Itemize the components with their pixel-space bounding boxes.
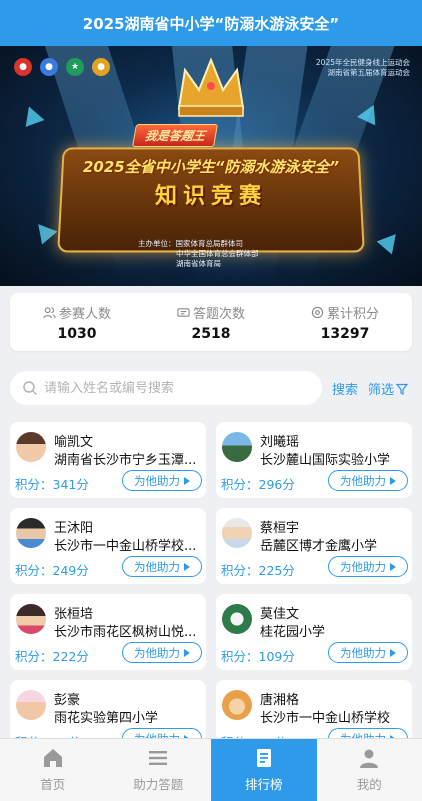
eye-icon (311, 306, 324, 318)
tab-mine[interactable]: 我的 (317, 739, 422, 801)
participant-score: 积分：341分 (15, 477, 89, 492)
logo-icon: ● (40, 58, 58, 76)
menu-icon (149, 751, 168, 765)
user-icon (360, 749, 379, 768)
users-icon (43, 306, 56, 318)
banner-title-line1: 2025全省中小学生“防溺水游泳安全” (82, 158, 340, 176)
participant-name: 王沐阳 (54, 521, 94, 536)
participant-card[interactable]: 张桓培 长沙市雨花区枫树山悦... 积分：222分 为他助力 (10, 594, 206, 670)
play-icon (390, 476, 396, 485)
tab-home[interactable]: 首页 (0, 739, 106, 801)
tab-help-quiz[interactable]: 助力答题 (106, 739, 212, 801)
participant-card[interactable]: 刘曦瑶 长沙麓山国际实验小学 积分：296分 为他助力 (216, 422, 412, 498)
participant-name: 刘曦瑶 (260, 435, 300, 450)
participant-score: 积分：249分 (15, 563, 89, 578)
participant-name: 莫佳文 (260, 607, 300, 622)
participant-school: 湖南省长沙市宁乡玉潭... (54, 453, 197, 468)
logo-icon: ● (14, 58, 32, 76)
participant-score: 积分：296分 (221, 477, 295, 492)
badge-label: 我是答题王 (131, 124, 219, 147)
event-series-text: 2025年全民健身线上运动会 湖南省第五届体育运动会 (315, 58, 410, 77)
tab-leaderboard[interactable]: 排行榜 (211, 739, 317, 801)
stats-panel: 参赛人数 1030 答题次数 2518 累计积分 13297 (10, 293, 412, 351)
participant-list: 喻凯文 湖南省长沙市宁乡玉潭... 积分：341分 为他助力 刘曦瑶 长沙麓山国… (10, 422, 412, 756)
play-icon (390, 648, 396, 657)
participant-card[interactable]: 王沐阳 长沙市一中金山桥学校... 积分：249分 为他助力 (10, 508, 206, 584)
decor-triangle (19, 103, 45, 127)
bottom-tab-bar: 首页 助力答题 排行榜 我的 (0, 738, 422, 801)
search-input[interactable] (44, 380, 304, 396)
help-button[interactable]: 为他助力 (122, 470, 202, 491)
help-button[interactable]: 为他助力 (122, 642, 202, 663)
crown-icon (177, 57, 245, 117)
ticket-icon (177, 307, 190, 317)
participant-school: 长沙市雨花区枫树山悦... (54, 625, 197, 640)
play-icon (184, 476, 190, 485)
participant-school: 长沙市一中金山桥学校... (54, 539, 197, 554)
play-icon (390, 562, 396, 571)
logo-icon: ● (92, 58, 110, 76)
organizers-text: 主办单位：国家体育总局群体司 中华全国体育总会群体部 湖南省体育局 (138, 239, 259, 268)
help-button[interactable]: 为他助力 (328, 470, 408, 491)
decor-triangle (376, 227, 404, 255)
participant-name: 唐湘格 (260, 693, 300, 708)
play-icon (184, 648, 190, 657)
participant-school: 长沙麓山国际实验小学 (260, 453, 391, 468)
page-title: 2025湖南省中小学“防溺水游泳安全” (82, 14, 340, 33)
avatar (222, 518, 252, 548)
decor-triangle (30, 217, 58, 245)
participant-score: 积分：225分 (221, 563, 295, 578)
participant-school: 长沙市一中金山桥学校 (260, 711, 391, 726)
banner-title-line2: 知识竞赛 (154, 184, 267, 209)
event-banner[interactable]: ● ● ★ ● 2025年全民健身线上运动会 湖南省第五届体育运动会 我是答题王… (0, 46, 422, 286)
stat-value: 2518 (191, 325, 231, 342)
participant-school: 岳麓区博才金鹰小学 (260, 539, 378, 554)
avatar (16, 518, 46, 548)
search-button[interactable]: 搜索 (332, 379, 358, 398)
search-icon (23, 381, 38, 396)
filter-icon (396, 383, 409, 395)
participant-school: 雨花实验第四小学 (54, 711, 159, 726)
stat-participants: 参赛人数 1030 (17, 303, 137, 342)
avatar (16, 432, 46, 462)
stat-points: 累计积分 13297 (285, 303, 405, 342)
stat-value: 1030 (57, 325, 97, 342)
leaderboard-icon (256, 749, 271, 767)
participant-score: 积分：222分 (15, 649, 89, 664)
participant-name: 蔡桓宇 (260, 521, 300, 536)
participant-school: 桂花园小学 (260, 625, 326, 640)
logo-icon: ★ (66, 58, 84, 76)
avatar (16, 690, 46, 720)
participant-card[interactable]: 莫佳文 桂花园小学 积分：109分 为他助力 (216, 594, 412, 670)
participant-name: 喻凯文 (54, 435, 94, 450)
app-header: 2025湖南省中小学“防溺水游泳安全” (0, 0, 422, 46)
participant-score: 积分：109分 (221, 649, 295, 664)
stat-answers: 答题次数 2518 (151, 303, 271, 342)
avatar (16, 604, 46, 634)
participant-name: 张桓培 (54, 607, 94, 622)
participant-name: 彭豪 (54, 693, 81, 708)
help-button[interactable]: 为他助力 (328, 642, 408, 663)
home-icon (43, 749, 62, 767)
avatar (222, 432, 252, 462)
stat-value: 13297 (320, 325, 370, 342)
participant-card[interactable]: 蔡桓宇 岳麓区博才金鹰小学 积分：225分 为他助力 (216, 508, 412, 584)
avatar (222, 604, 252, 634)
play-icon (184, 562, 190, 571)
help-button[interactable]: 为他助力 (328, 556, 408, 577)
sponsor-logos: ● ● ★ ● (14, 58, 110, 76)
help-button[interactable]: 为他助力 (122, 556, 202, 577)
avatar (222, 690, 252, 720)
search-box[interactable] (10, 371, 322, 405)
filter-button[interactable]: 筛选 (368, 379, 409, 398)
participant-card[interactable]: 喻凯文 湖南省长沙市宁乡玉潭... 积分：341分 为他助力 (10, 422, 206, 498)
